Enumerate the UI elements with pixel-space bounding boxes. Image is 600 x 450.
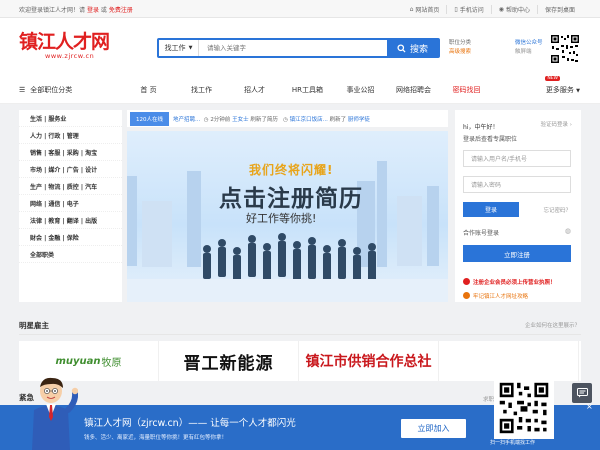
nav-find-talent[interactable]: 招人才 xyxy=(228,85,281,95)
login-button[interactable]: 登录 xyxy=(463,202,519,217)
save-desktop-link[interactable]: 保存到桌面 xyxy=(536,5,582,14)
more-services-menu[interactable]: 更多服务 ▼ xyxy=(546,85,580,95)
ticker-text: 地产招聘... ◷ 2分钟前 王女士 刷新了简历 ◷ 镇江京口饭店... 刷新了… xyxy=(173,116,370,123)
close-icon[interactable]: × xyxy=(586,402,596,412)
clock-icon: ◷ xyxy=(283,116,288,123)
header-links: 职位分类 高级搜索 xyxy=(449,39,471,57)
site-logo[interactable]: 镇江人才网 www.zjrcw.cn xyxy=(19,32,115,62)
chevron-down-icon: ▼ xyxy=(576,88,580,94)
job-category-link[interactable]: 职位分类 xyxy=(449,39,471,48)
online-count-badge: 120人在线 xyxy=(130,111,169,126)
nav-online-fair[interactable]: 网络招聘会 xyxy=(387,85,440,95)
category-item[interactable]: 法律 | 教育 | 翻译 | 出版 xyxy=(19,212,122,229)
home-icon: ⌂ xyxy=(409,6,414,13)
employer-slot-empty xyxy=(439,341,579,381)
home-link[interactable]: ⌂ 网站首页 xyxy=(403,5,447,14)
login-panel: hi，中午好！ 验证码登录 › 登录后查看专属职位 请输入用户名/手机号 请输入… xyxy=(455,110,581,302)
banner-headline: 点击注册简历 xyxy=(219,186,363,212)
wechat-info: 微信公众号 触屏端 xyxy=(515,39,543,57)
wechat-login-icon[interactable]: ◍ xyxy=(565,227,571,235)
employer-zhenjiang-supply[interactable]: 镇江市供销合作总社 xyxy=(299,341,439,381)
site-tips-link[interactable]: 牢记镇江人才网址攻略 xyxy=(473,292,528,300)
nav-password-recovery[interactable]: 密码找回 xyxy=(440,85,493,95)
help-icon: ◉ xyxy=(498,6,504,13)
touch-label[interactable]: 触屏端 xyxy=(515,48,543,57)
password-field[interactable]: 请输入密码 xyxy=(463,176,571,193)
advanced-search-link[interactable]: 高级搜索 xyxy=(449,48,471,57)
qr-code-icon xyxy=(550,34,580,64)
activity-ticker: 120人在线 地产招聘... ◷ 2分钟前 王女士 刷新了简历 ◷ 镇江京口饭店… xyxy=(127,110,448,127)
join-now-button[interactable]: 立即加入 xyxy=(401,419,466,438)
register-link[interactable]: 免费注册 xyxy=(109,7,133,14)
promo-title: 镇江人才网（zjrcw.cn）—— 让每一个人才都闪光 xyxy=(84,418,296,429)
bottom-promo-bar: 镇江人才网（zjrcw.cn）—— 让每一个人才都闪光 钱多、活少、离家近，海量… xyxy=(0,377,600,450)
forgot-password-link[interactable]: 忘记密码？ xyxy=(543,206,571,214)
wechat-label[interactable]: 微信公众号 xyxy=(515,39,543,48)
category-item[interactable]: 市场 | 媒介 | 广告 | 设计 xyxy=(19,161,122,178)
search-input[interactable] xyxy=(199,40,387,56)
category-item[interactable]: 生产 | 物流 | 质控 | 汽车 xyxy=(19,178,122,195)
divider xyxy=(19,334,581,335)
hero-banner[interactable]: 我们终将闪耀! 点击注册简历 好工作等你挑! xyxy=(127,131,448,302)
nav-find-job[interactable]: 找工作 xyxy=(175,85,228,95)
main-nav: ☰ 全部职位分类 首 页 找工作 招人才 HR工具箱 事业公招 网络招聘会 密码… xyxy=(0,76,600,104)
username-field[interactable]: 请输入用户名/手机号 xyxy=(463,150,571,167)
employer-logos: muyuan 牧原 晋工新能源 镇江市供销合作总社 xyxy=(19,341,581,381)
banner-subline: 好工作等你挑! xyxy=(246,212,317,225)
chevron-down-icon: ▼ xyxy=(188,45,193,51)
chat-button[interactable] xyxy=(572,383,592,403)
header: 镇江人才网 www.zjrcw.cn 找工作 ▼ 搜索 职位分类 高级搜索 微信… xyxy=(0,18,600,76)
login-link[interactable]: 登录 xyxy=(87,7,99,14)
chevron-right-icon: › xyxy=(569,122,572,128)
category-item[interactable]: 人力 | 行政 | 管理 xyxy=(19,127,122,144)
job-category-list: 生活 | 服务业 人力 | 行政 | 管理 销售 | 客服 | 采购 | 淘宝 … xyxy=(19,110,122,302)
license-notice[interactable]: 注册企业会员必须上传营业执照！ xyxy=(473,278,556,286)
famous-employers-title: 明星雇主 xyxy=(19,321,49,330)
search-type-select[interactable]: 找工作 ▼ xyxy=(159,40,199,56)
nav-hr-tools[interactable]: HR工具箱 xyxy=(281,85,334,95)
qr-code-icon xyxy=(498,381,550,435)
category-item[interactable]: 财会 | 金融 | 保险 xyxy=(19,229,122,246)
top-bar: 欢迎登录镇江人才网！请 登录 或 免费注册 ⌂ 网站首页 ▯ 手机访问 ◉ 帮助… xyxy=(0,0,600,18)
banner-slogan: 我们终将闪耀! xyxy=(249,163,334,177)
nav-items: 首 页 找工作 招人才 HR工具箱 事业公招 网络招聘会 密码找回 xyxy=(122,85,493,95)
employer-muyuan[interactable]: muyuan 牧原 xyxy=(19,341,159,381)
qr-caption: 扫一扫手机端找工作 xyxy=(490,440,536,446)
urgent-jobs-link[interactable]: 求职 xyxy=(483,395,494,403)
search-button[interactable]: 搜索 xyxy=(387,40,438,56)
top-links: ⌂ 网站首页 ▯ 手机访问 ◉ 帮助中心 保存到桌面 xyxy=(403,5,582,14)
employer-jingong[interactable]: 晋工新能源 xyxy=(159,341,299,381)
mobile-qr-code xyxy=(494,377,554,439)
chat-icon xyxy=(576,388,588,398)
register-button[interactable]: 立即注册 xyxy=(463,245,571,262)
clock-icon: ◷ xyxy=(203,116,209,123)
search-bar: 找工作 ▼ 搜索 xyxy=(157,38,440,58)
mascot-illustration xyxy=(32,377,78,450)
verify-code-login-link[interactable]: 验证码登录 › xyxy=(541,120,572,128)
promo-subtitle: 钱多、活少、离家近，海量职位等你挑！更有红包等你拿！ xyxy=(84,435,228,441)
new-badge: NEW xyxy=(545,76,560,81)
category-item[interactable]: 网络 | 通信 | 电子 xyxy=(19,195,122,212)
login-subtitle: 登录后查看专属职位 xyxy=(463,136,518,143)
category-item-all[interactable]: 全部职类 xyxy=(19,246,122,263)
partner-login-label: 合作账号登录 xyxy=(463,230,500,237)
menu-icon: ☰ xyxy=(19,86,26,94)
welcome-text: 欢迎登录镇江人才网！请 登录 或 免费注册 xyxy=(19,7,133,14)
warning-dot-icon xyxy=(463,278,470,285)
mobile-link[interactable]: ▯ 手机访问 xyxy=(446,5,490,14)
nav-public-recruit[interactable]: 事业公招 xyxy=(334,85,387,95)
nav-home[interactable]: 首 页 xyxy=(122,85,175,95)
category-item[interactable]: 销售 | 客服 | 采购 | 淘宝 xyxy=(19,144,122,161)
category-item[interactable]: 生活 | 服务业 xyxy=(19,110,122,127)
mobile-icon: ▯ xyxy=(454,6,458,13)
info-dot-icon xyxy=(463,292,470,299)
greeting: hi，中午好！ xyxy=(463,124,499,131)
employer-showcase-link[interactable]: 企业如何在这里展示？ xyxy=(525,321,580,329)
all-categories-menu[interactable]: ☰ 全部职位分类 xyxy=(19,85,72,95)
search-icon xyxy=(397,43,406,53)
help-link[interactable]: ◉ 帮助中心 xyxy=(490,5,537,14)
